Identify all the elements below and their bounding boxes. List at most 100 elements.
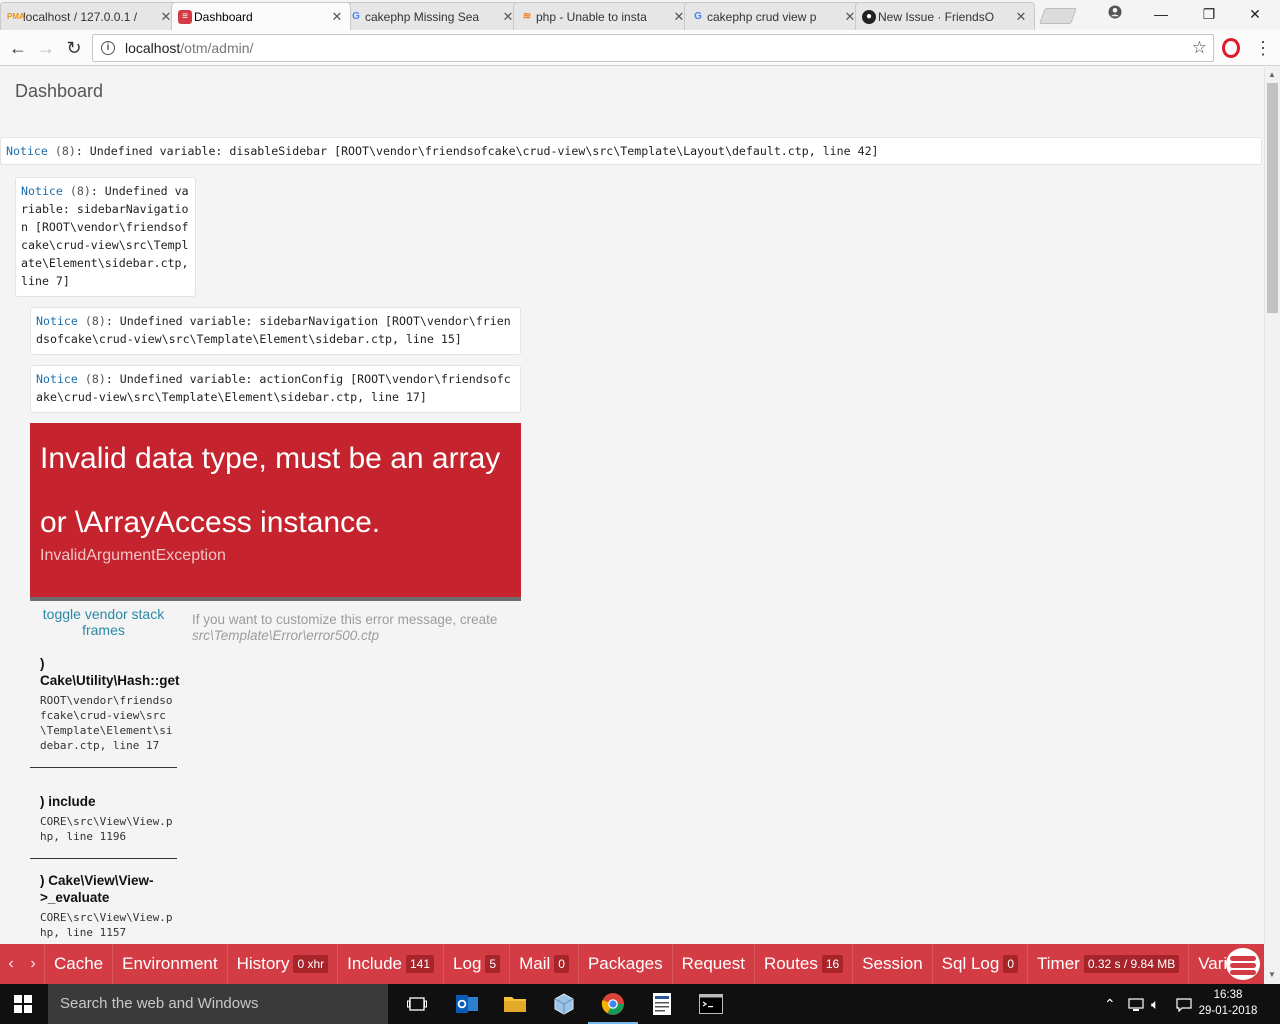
bookmark-star-icon[interactable]: ☆	[1192, 38, 1207, 58]
opera-extension-icon[interactable]	[1222, 38, 1240, 58]
panel-label: Environment	[122, 954, 218, 973]
browser-tab[interactable]: ● New Issue · FriendsO ✕	[855, 2, 1035, 30]
notice-text: : Undefined variable: sidebarNavigation …	[36, 314, 511, 346]
debug-panel-packages[interactable]: Packages	[577, 944, 672, 984]
file-explorer-icon[interactable]	[500, 990, 530, 1018]
stack-frame-name: ) include	[40, 794, 96, 809]
tab-title: cakephp Missing Sea	[365, 9, 480, 24]
menu-icon[interactable]: ⋮	[1254, 36, 1272, 60]
tray-chevron-up-icon[interactable]: ⌃	[1104, 984, 1116, 1024]
vertical-scrollbar[interactable]: ▲	[1264, 67, 1280, 944]
stack-frame[interactable]: ) Cake\View\View->_evaluate CORE\src\Vie…	[30, 872, 177, 940]
toggle-vendor-frames-link[interactable]: toggle vendor stack frames	[30, 606, 177, 638]
notes-app-icon[interactable]	[647, 990, 677, 1018]
panel-label: Cache	[54, 954, 104, 973]
browser-tab[interactable]: ≋ php - Unable to insta ✕	[513, 2, 693, 30]
forward-button[interactable]: →	[34, 36, 58, 60]
clock-date: 29-01-2018	[1198, 1005, 1258, 1017]
windows-start-icon[interactable]	[14, 995, 32, 1013]
panel-badge: 16	[821, 955, 844, 973]
cakephp-icon: ≡	[178, 10, 192, 24]
debug-panel-routes[interactable]: Routes 16	[753, 944, 852, 984]
network-icon[interactable]	[1128, 984, 1144, 1024]
debug-panel-request[interactable]: Request	[671, 944, 754, 984]
panel-label: Routes	[763, 954, 818, 973]
tab-title: New Issue · FriendsO	[878, 9, 995, 24]
stack-frame-location: CORE\src\View\View.php, line 1196	[40, 815, 173, 843]
close-window-button[interactable]: ✕	[1232, 0, 1278, 28]
browser-tab[interactable]: G cakephp crud view p ✕	[684, 2, 864, 30]
divider	[30, 858, 177, 859]
url-input[interactable]: i localhost/otm/admin/ ☆	[92, 34, 1214, 62]
windows-taskbar: Search the web and Windows ⌃ 🔈︎ 16:38 29…	[0, 984, 1280, 1024]
tab-title: cakephp crud view p	[707, 9, 817, 24]
notice-label[interactable]: Notice	[21, 184, 63, 198]
google-icon: G	[694, 11, 702, 22]
command-prompt-icon[interactable]	[696, 990, 726, 1018]
chrome-icon[interactable]	[588, 990, 638, 1024]
debug-panel-mail[interactable]: Mail 0	[509, 944, 578, 984]
maximize-button[interactable]: ❐	[1186, 0, 1232, 28]
notice-message: Notice (8): Undefined variable: sidebarN…	[30, 307, 521, 355]
panel-badge: 0 xhr	[293, 955, 329, 973]
panel-badge: 0	[1003, 955, 1019, 973]
outlook-icon[interactable]	[452, 990, 482, 1018]
taskbar-search-input[interactable]: Search the web and Windows	[48, 984, 388, 1024]
notice-label[interactable]: Notice	[6, 144, 48, 158]
minimize-button[interactable]: —	[1138, 0, 1184, 28]
scrollbar-thumb[interactable]	[1267, 83, 1278, 313]
notice-message: Notice (8): Undefined variable: sidebarN…	[15, 177, 196, 297]
stack-frame-location: CORE\src\View\View.php, line 1157	[40, 911, 173, 939]
page-content: Dashboard Notice (8): Undefined variable…	[0, 67, 1264, 944]
cakephp-logo-icon[interactable]	[1226, 948, 1260, 980]
tab-title: localhost / 127.0.0.1 /	[23, 9, 138, 24]
notice-text: : Undefined variable: disableSidebar [RO…	[75, 144, 879, 158]
browser-tab-active[interactable]: ≡ Dashboard ✕	[171, 2, 351, 30]
debug-panel-sql-log[interactable]: Sql Log 0	[931, 944, 1027, 984]
panel-label: Sql Log	[941, 954, 1000, 973]
debug-panel-session[interactable]: Session	[852, 944, 931, 984]
scroll-up-icon[interactable]: ▲	[1268, 70, 1276, 79]
debug-panel-timer[interactable]: Timer 0.32 s / 9.84 MB	[1027, 944, 1188, 984]
browser-tab[interactable]: PMA localhost / 127.0.0.1 / ✕	[0, 2, 180, 30]
volume-icon[interactable]: 🔈︎	[1151, 984, 1159, 1024]
panel-label: Log	[453, 954, 482, 973]
tab-close-icon[interactable]: ✕	[330, 9, 344, 25]
taskbar-clock[interactable]: 16:38 29-01-2018	[1198, 987, 1258, 1019]
url-path: /otm/admin/	[180, 40, 254, 56]
address-bar: ← → ↻ i localhost/otm/admin/ ☆ ⋮	[0, 30, 1280, 66]
panel-label: Session	[862, 954, 923, 973]
debug-panel-history[interactable]: History 0 xhr	[226, 944, 338, 984]
tab-close-icon[interactable]: ✕	[1014, 9, 1028, 25]
panel-label: Mail	[519, 954, 551, 973]
debug-panel-environment[interactable]: Environment	[112, 944, 226, 984]
task-view-icon[interactable]	[402, 990, 432, 1018]
panel-label: Request	[681, 954, 745, 973]
virtualbox-icon[interactable]	[549, 990, 579, 1018]
info-icon[interactable]: i	[101, 41, 115, 55]
new-tab-button[interactable]	[1039, 8, 1077, 24]
stack-frame[interactable]: ) Cake\Utility\Hash::get ROOT\vendor\fri…	[30, 655, 180, 768]
panel-badge: 5	[485, 955, 501, 973]
notice-message: Notice (8): Undefined variable: disableS…	[0, 137, 1262, 165]
back-button[interactable]: ←	[6, 36, 30, 60]
chevron-right-icon[interactable]: ›	[22, 955, 44, 973]
notification-center-icon[interactable]	[1176, 984, 1192, 1024]
notice-code: (8)	[84, 314, 106, 328]
panel-label: Timer	[1037, 954, 1080, 973]
divider	[30, 767, 177, 768]
notice-label[interactable]: Notice	[36, 372, 78, 386]
debug-panel-cache[interactable]: Cache	[44, 944, 112, 984]
profile-icon[interactable]	[1092, 0, 1138, 28]
debugkit-toolbar: ‹ › Cache Environment History 0 xhr Inclu…	[0, 944, 1264, 984]
scroll-down-icon[interactable]: ▼	[1264, 944, 1280, 984]
notice-code: (8)	[84, 372, 106, 386]
debug-panel-include[interactable]: Include 141	[337, 944, 443, 984]
debug-panel-log[interactable]: Log 5	[443, 944, 509, 984]
browser-tab[interactable]: G cakephp Missing Sea ✕	[342, 2, 522, 30]
notice-label[interactable]: Notice	[36, 314, 78, 328]
stack-frame[interactable]: ) include CORE\src\View\View.php, line 1…	[30, 793, 177, 859]
chevron-left-icon[interactable]: ‹	[0, 955, 22, 973]
reload-button[interactable]: ↻	[62, 36, 86, 60]
stack-frame-name: ) Cake\Utility\Hash::get	[40, 656, 180, 688]
